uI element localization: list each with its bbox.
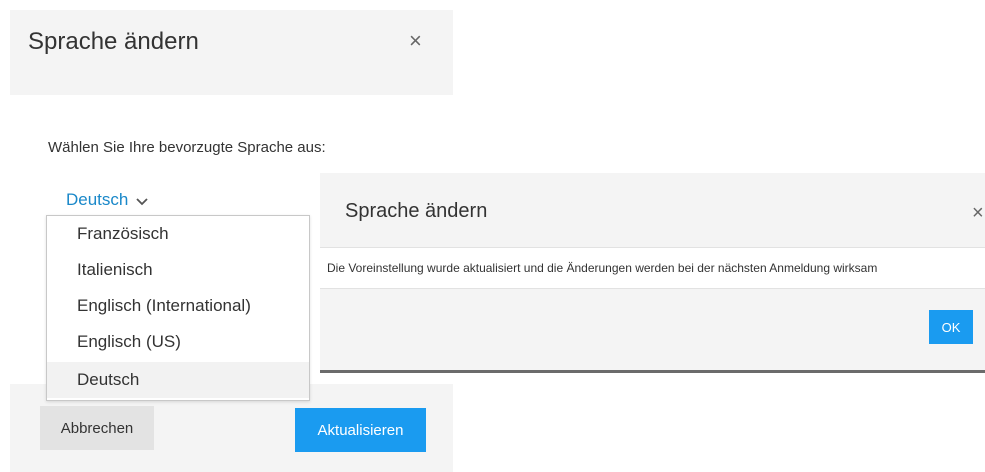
dropdown-option-deutsch[interactable]: Deutsch [47, 362, 309, 398]
confirmation-dialog: Sprache ändern × Die Voreinstellung wurd… [320, 173, 985, 373]
cancel-button[interactable]: Abbrechen [40, 406, 154, 450]
update-button[interactable]: Aktualisieren [295, 408, 426, 452]
dropdown-option-italienisch[interactable]: Italienisch [47, 252, 309, 288]
language-select-value: Deutsch [66, 190, 129, 209]
screenshot-stage: Sprache ändern × Wählen Sie Ihre bevorzu… [0, 0, 985, 472]
dropdown-option-englisch-us[interactable]: Englisch (US) [47, 324, 309, 360]
confirmation-message: Die Voreinstellung wurde aktualisiert un… [327, 261, 878, 275]
dropdown-option-englisch-international[interactable]: Englisch (International) [47, 288, 309, 324]
dialog2-title: Sprache ändern [345, 200, 488, 222]
ok-button[interactable]: OK [929, 310, 973, 344]
language-dropdown: Französisch Italienisch Englisch (Intern… [46, 215, 310, 401]
chevron-down-icon [136, 191, 149, 211]
dialog2-close-icon[interactable]: × [972, 203, 984, 223]
language-prompt: Wählen Sie Ihre bevorzugte Sprache aus: [48, 139, 326, 156]
dialog1-close-icon[interactable]: × [409, 30, 422, 52]
dropdown-option-franzoesisch[interactable]: Französisch [47, 216, 309, 252]
language-select[interactable]: Deutsch [66, 190, 149, 211]
dialog1-title: Sprache ändern [28, 28, 199, 55]
dialog2-body: Die Voreinstellung wurde aktualisiert un… [320, 247, 985, 289]
